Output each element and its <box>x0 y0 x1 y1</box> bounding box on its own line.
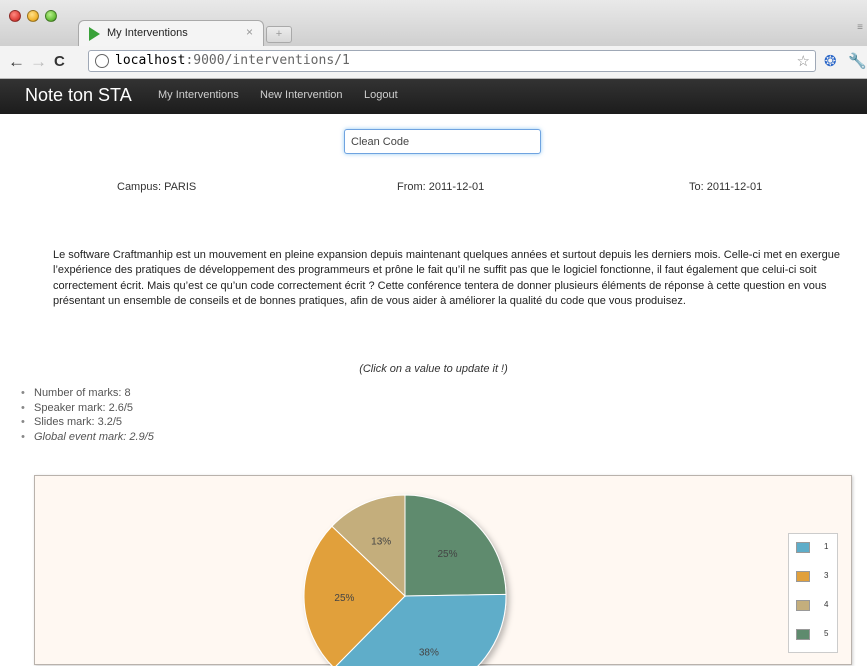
legend-swatch <box>796 600 810 611</box>
wrench-icon[interactable]: 🔧 <box>848 52 867 70</box>
pie-label-3: 25% <box>334 593 354 604</box>
pie-label-1: 38% <box>419 648 439 659</box>
legend-label: 4 <box>824 600 829 609</box>
from-date-value[interactable]: From: 2011-12-01 <box>397 181 484 193</box>
tab-title: My Interventions <box>107 27 188 39</box>
browser-titlebar: My Interventions × + ≡ <box>0 0 867 46</box>
close-window-button[interactable] <box>9 10 21 22</box>
campus-value[interactable]: Campus: PARIS <box>117 181 196 193</box>
nav-new-intervention[interactable]: New Intervention <box>260 89 343 101</box>
slides-mark: Slides mark: 3.2/5 <box>20 415 154 430</box>
pie-label-5: 25% <box>438 549 458 560</box>
bookmark-star-icon[interactable]: ☆ <box>797 52 810 70</box>
pie-chart: 25% 38% 25% 13% <box>303 494 507 666</box>
intervention-title-input[interactable] <box>344 129 541 154</box>
marks-chart: 25% 38% 25% 13% 1 3 4 5 <box>34 475 852 666</box>
nav-logout[interactable]: Logout <box>364 89 398 101</box>
back-icon[interactable]: ← <box>8 52 25 72</box>
marks-list: Number of marks: 8 Speaker mark: 2.6/5 S… <box>20 386 154 444</box>
new-tab-button[interactable]: + <box>266 26 292 43</box>
page-info-icon[interactable] <box>95 54 109 68</box>
number-of-marks: Number of marks: 8 <box>20 386 154 401</box>
play-icon <box>89 27 100 41</box>
pie-label-4: 13% <box>371 536 391 547</box>
legend-label: 1 <box>824 542 829 551</box>
zoom-window-button[interactable] <box>45 10 57 22</box>
tab-close-icon[interactable]: × <box>246 25 253 39</box>
url-path: :9000/interventions/1 <box>185 53 350 68</box>
update-hint: (Click on a value to update it !) <box>359 363 508 375</box>
app-navbar: Note ton STA My Interventions New Interv… <box>0 79 867 114</box>
url-host: localhost <box>115 53 186 68</box>
browser-toolbar: ← → C localhost:9000/interventions/1 ☆ ❂… <box>0 46 867 79</box>
window-menu-icon[interactable]: ≡ <box>857 22 863 33</box>
minimize-window-button[interactable] <box>27 10 39 22</box>
legend-label: 3 <box>824 571 829 580</box>
legend-label: 5 <box>824 629 829 638</box>
url-text[interactable]: localhost:9000/interventions/1 <box>115 53 350 68</box>
extension-icon[interactable]: ❂ <box>824 52 837 70</box>
legend-swatch <box>796 571 810 582</box>
reload-icon[interactable]: C <box>54 53 65 70</box>
forward-icon[interactable]: → <box>30 52 47 72</box>
pie-slice-5 <box>404 494 507 597</box>
intervention-description[interactable]: Le software Craftmanhip est un mouvement… <box>53 248 843 309</box>
speaker-mark: Speaker mark: 2.6/5 <box>20 401 154 416</box>
nav-my-interventions[interactable]: My Interventions <box>158 89 239 101</box>
address-bar[interactable]: localhost:9000/interventions/1 ☆ <box>88 50 816 72</box>
browser-tab[interactable]: My Interventions × <box>78 20 264 46</box>
legend-swatch <box>796 629 810 640</box>
legend-swatch <box>796 542 810 553</box>
to-date-value[interactable]: To: 2011-12-01 <box>689 181 762 193</box>
brand-link[interactable]: Note ton STA <box>25 85 132 106</box>
chart-legend: 1 3 4 5 <box>788 533 838 653</box>
global-event-mark: Global event mark: 2.9/5 <box>20 430 154 445</box>
